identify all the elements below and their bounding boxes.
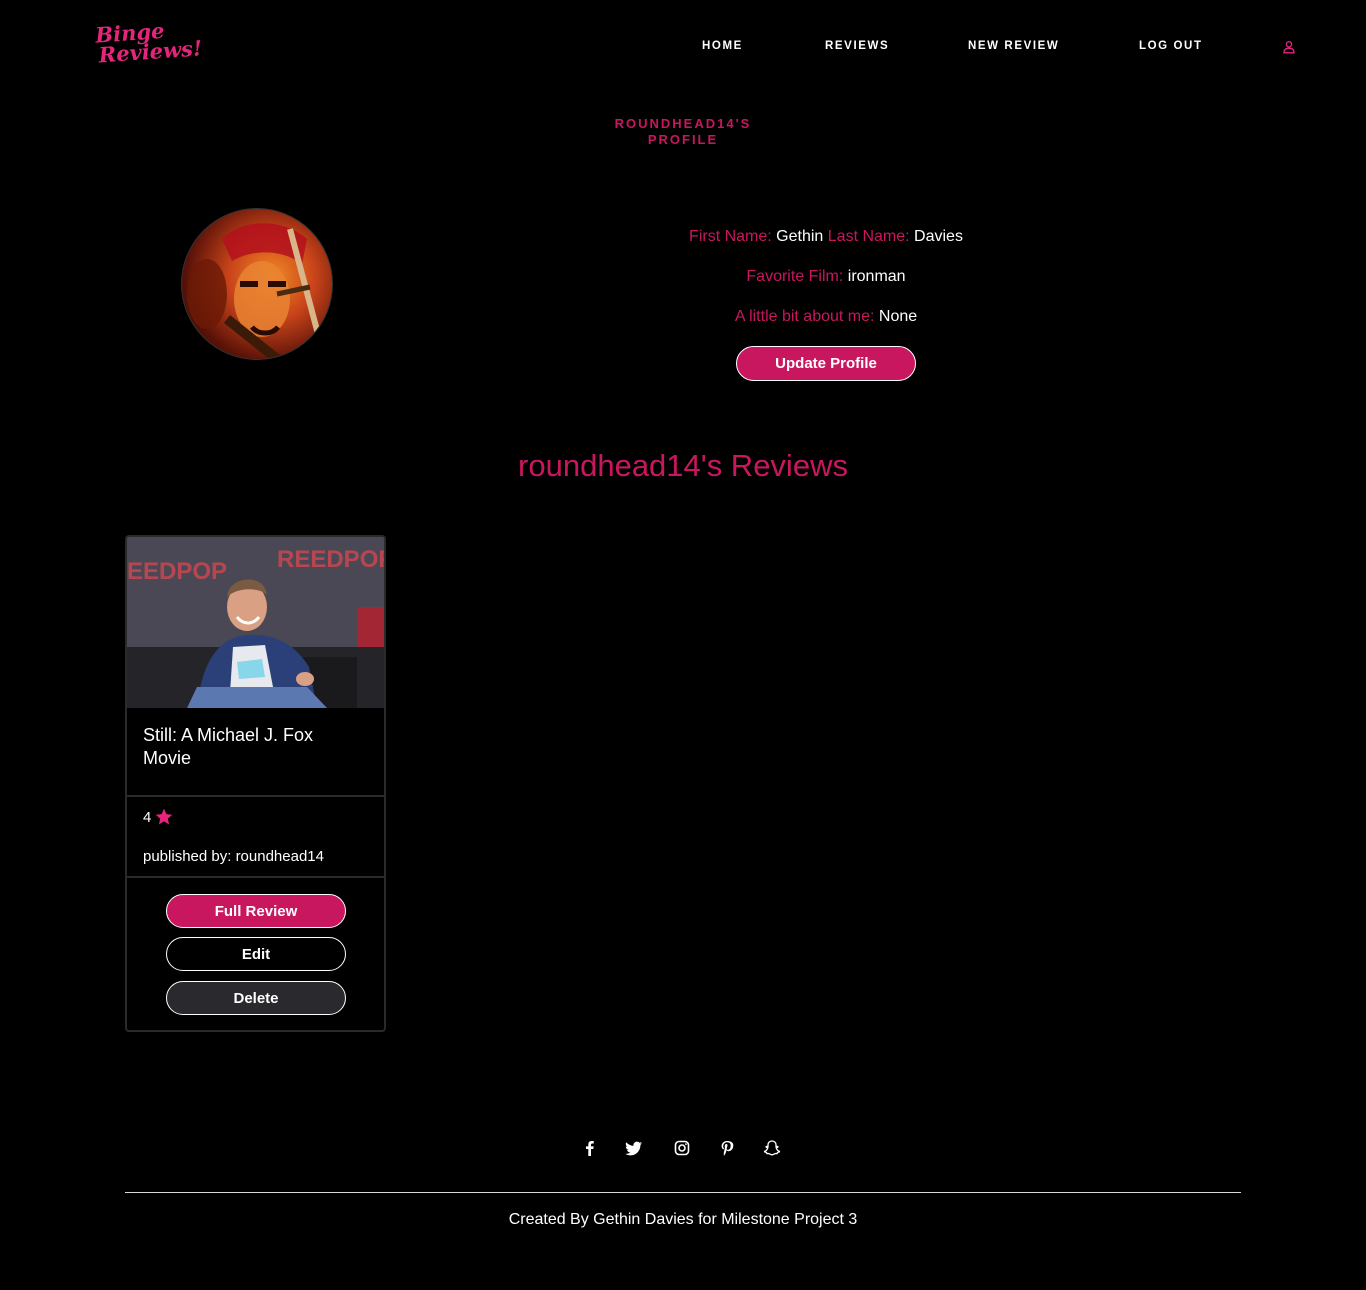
last-name-value: Davies: [914, 228, 963, 245]
first-name-value: Gethin: [776, 228, 824, 245]
about-info: A little bit about me: None: [483, 308, 1169, 326]
review-rating: 4: [143, 807, 174, 827]
page: Binge Reviews! HOME REVIEWS NEW REVIEW L…: [0, 0, 1366, 1290]
nav-log-out[interactable]: LOG OUT: [1139, 40, 1203, 52]
nav-home[interactable]: HOME: [702, 40, 743, 52]
full-review-button[interactable]: Full Review: [166, 894, 346, 928]
footer-credit: Created By Gethin Davies for Milestone P…: [508, 1211, 858, 1228]
published-by: published by: roundhead14: [143, 848, 324, 865]
reviews-heading: roundhead14's Reviews: [518, 448, 848, 483]
svg-text:EEDPOP: EEDPOP: [127, 558, 227, 585]
user-icon[interactable]: [1282, 40, 1296, 54]
facebook-icon[interactable]: [581, 1139, 599, 1157]
logo-line-2: Reviews!: [97, 35, 203, 68]
favorite-film-value: ironman: [847, 268, 906, 285]
instagram-icon[interactable]: [673, 1139, 691, 1157]
review-title: Still: A Michael J. Fox Movie: [143, 725, 314, 768]
profile-heading: ROUNDHEAD14'S PROFILE: [614, 116, 752, 147]
twitter-icon[interactable]: [625, 1139, 643, 1157]
star-icon: [156, 808, 173, 825]
card-divider: [127, 876, 384, 878]
last-name-label: Last Name:: [827, 228, 910, 245]
about-value: None: [878, 308, 918, 325]
rating-value: 4: [143, 808, 152, 826]
favorite-film-info: Favorite Film: ironman: [483, 268, 1169, 286]
nav-new-review[interactable]: NEW REVIEW: [968, 40, 1059, 52]
delete-review-button[interactable]: Delete: [166, 981, 346, 1015]
name-info: First Name: Gethin Last Name: Davies: [483, 228, 1169, 246]
edit-review-button[interactable]: Edit: [166, 937, 346, 971]
nav-reviews[interactable]: REVIEWS: [825, 40, 889, 52]
profile-avatar: [181, 208, 333, 360]
card-divider: [127, 795, 384, 797]
review-card-image: EEDPOP REEDPOP OPX: [127, 537, 384, 708]
footer-divider: [125, 1192, 1241, 1193]
review-card: EEDPOP REEDPOP OPX: [125, 535, 386, 1032]
update-profile-button[interactable]: Update Profile: [736, 346, 916, 381]
favorite-film-label: Favorite Film:: [746, 268, 844, 285]
snapchat-icon[interactable]: [763, 1139, 781, 1157]
svg-text:REEDPOP: REEDPOP: [277, 546, 384, 573]
pinterest-icon[interactable]: [718, 1139, 736, 1157]
about-label: A little bit about me:: [734, 308, 875, 325]
first-name-label: First Name:: [689, 228, 772, 245]
brand-logo[interactable]: Binge Reviews!: [95, 18, 203, 68]
